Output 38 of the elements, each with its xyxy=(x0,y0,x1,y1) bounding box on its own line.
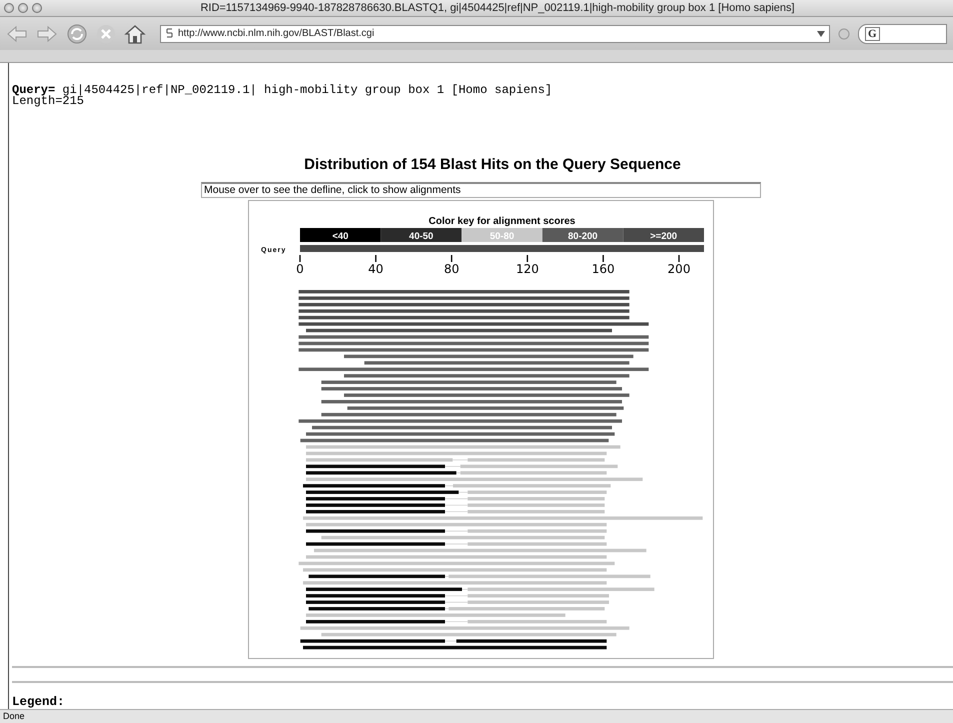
axis-tick xyxy=(526,255,528,262)
page-heading: Distribution of 154 Blast Hits on the Query Sequence xyxy=(303,156,682,173)
status-text: Done xyxy=(0,709,953,723)
axis-label: 200 xyxy=(668,262,690,276)
reload-button[interactable] xyxy=(66,22,88,44)
score-key-swatch: <40 xyxy=(300,228,381,242)
axis-tick xyxy=(299,255,301,262)
minimize-icon[interactable] xyxy=(18,3,28,13)
home-button[interactable] xyxy=(124,22,146,44)
axis-label: 40 xyxy=(368,262,384,276)
search-field[interactable]: G xyxy=(858,24,947,44)
circle-icon xyxy=(838,28,850,40)
key-title: Color key for alignment scores xyxy=(428,216,576,227)
dropdown-caret-icon xyxy=(817,30,825,36)
query-line: Query= gi|4504425|ref|NP_002119.1| high-mobility group box 1 [Homo sapiens] xyxy=(12,85,554,96)
axis-tick xyxy=(678,255,680,262)
score-key-swatch: >=200 xyxy=(623,228,704,242)
close-icon[interactable] xyxy=(4,3,14,13)
score-key-swatch: 40-50 xyxy=(380,228,462,242)
window-title: RID=1157134969-9940-187828786630.BLASTQ1, gi|4504425|ref|NP_002119.1|high-mobility group box 1 [Homo sapiens] xyxy=(199,2,796,14)
axis-label: 160 xyxy=(592,262,615,276)
legend-heading: Legend: xyxy=(12,696,66,708)
score-key-swatch: 80-200 xyxy=(542,228,624,242)
zoom-icon[interactable] xyxy=(32,3,42,13)
axis-tick xyxy=(602,255,604,262)
search-engine-icon: G xyxy=(865,26,880,40)
back-arrow-icon xyxy=(6,24,28,42)
axis-tick xyxy=(375,255,376,262)
axis-label: 120 xyxy=(516,262,539,276)
address-field[interactable]: http://www.ncbi.nlm.nih.gov/BLAST/Blast.cgi xyxy=(160,24,830,42)
forward-button[interactable] xyxy=(36,24,58,42)
back-button[interactable] xyxy=(6,24,28,42)
query-length: Length=215 xyxy=(12,96,84,107)
forward-arrow-icon xyxy=(36,24,58,42)
axis-tick xyxy=(450,255,452,262)
defline-field: Mouse over to see the defline, click to show alignments xyxy=(201,182,761,198)
axis-label: 80 xyxy=(444,262,460,276)
axis-label: 0 xyxy=(296,262,304,276)
